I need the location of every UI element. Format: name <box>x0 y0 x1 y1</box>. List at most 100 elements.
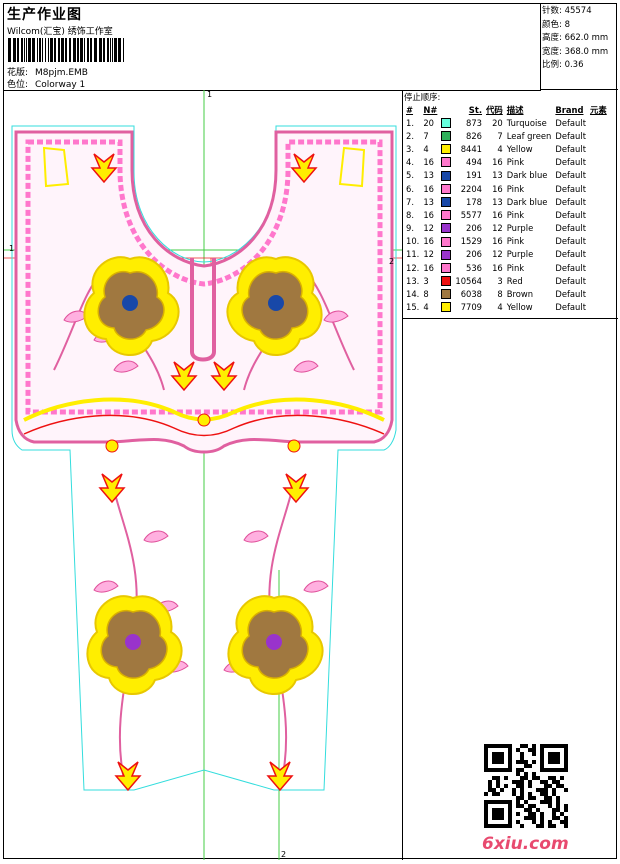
qr-code <box>484 744 568 828</box>
col-stitches: St. <box>468 104 483 115</box>
colorway-row: 色位: Colorway 1 <box>7 77 85 90</box>
row-swatch <box>439 169 453 182</box>
row-description: Dark blue <box>506 170 548 181</box>
row-brand: Default <box>555 183 586 194</box>
embroidery-preview: 1 1 2 2 <box>4 90 403 860</box>
row-index: 8. <box>406 209 414 220</box>
row-code: 4 <box>497 143 503 154</box>
color-row: 2. 7 826 7 Leaf green Default <box>404 129 609 142</box>
row-description: Yellow <box>506 143 533 154</box>
row-description: Red <box>506 275 523 286</box>
row-element <box>588 248 609 261</box>
color-swatch <box>441 131 452 142</box>
row-stitches: 6038 <box>460 289 483 300</box>
row-element <box>588 235 609 248</box>
row-needle: 16 <box>423 262 434 273</box>
color-swatch <box>441 249 452 260</box>
row-brand: Default <box>555 157 586 168</box>
row-brand: Default <box>555 236 586 247</box>
col-swatch <box>439 103 453 116</box>
color-swatch <box>441 276 452 287</box>
row-brand: Default <box>555 262 586 273</box>
row-code: 13 <box>492 196 503 207</box>
row-code: 12 <box>492 223 503 234</box>
col-code: 代码 <box>486 104 503 115</box>
row-swatch <box>439 274 453 287</box>
row-index: 5. <box>406 170 414 181</box>
row-brand: Default <box>555 130 586 141</box>
color-swatch <box>441 236 452 247</box>
header-panel: 生产作业图 Wilcom(汇宝) 绣饰工作室 花版: M8pjm.EMB 色位: C… <box>4 4 541 91</box>
color-row: 15. 4 7709 4 Yellow Default <box>404 301 609 314</box>
row-swatch <box>439 208 453 221</box>
row-description: Pink <box>506 209 525 220</box>
row-needle: 13 <box>423 196 434 207</box>
colorway-label: 色位: <box>7 80 29 90</box>
color-row: 10. 16 1529 16 Pink Default <box>404 235 609 248</box>
row-swatch <box>439 301 453 314</box>
row-code: 16 <box>492 209 503 220</box>
design-height: 高度: 662.0 mm <box>542 33 609 44</box>
color-row: 3. 4 8441 4 Yellow Default <box>404 142 609 155</box>
row-index: 1. <box>406 117 414 128</box>
row-element <box>588 287 609 300</box>
row-index: 2. <box>406 130 414 141</box>
color-swatch <box>441 196 452 207</box>
row-code: 16 <box>492 236 503 247</box>
row-brand: Default <box>555 196 586 207</box>
color-swatch <box>441 117 452 128</box>
row-needle: 4 <box>423 302 429 313</box>
col-brand: Brand <box>555 104 584 115</box>
row-code: 20 <box>492 117 503 128</box>
row-code: 7 <box>497 130 503 141</box>
row-description: Pink <box>506 236 525 247</box>
row-needle: 8 <box>423 289 429 300</box>
row-element <box>588 301 609 314</box>
color-row: 1. 20 873 20 Turquoise Default <box>404 116 609 129</box>
row-stitches: 10564 <box>455 275 483 286</box>
row-code: 8 <box>497 289 503 300</box>
row-swatch <box>439 142 453 155</box>
design-scale: 比例: 0.36 <box>542 60 584 71</box>
row-stitches: 1529 <box>460 236 483 247</box>
row-index: 10. <box>406 236 420 247</box>
row-code: 16 <box>492 157 503 168</box>
color-row: 13. 3 10564 3 Red Default <box>404 274 609 287</box>
company-name: Wilcom(汇宝) 绣饰工作室 <box>7 27 113 37</box>
row-description: Pink <box>506 157 525 168</box>
row-element <box>588 169 609 182</box>
row-element <box>588 142 609 155</box>
axis-marker-bottom: 2 <box>281 850 287 859</box>
row-element <box>588 208 609 221</box>
row-element <box>588 129 609 142</box>
color-swatch <box>441 302 452 313</box>
barcode <box>8 38 124 62</box>
row-element <box>588 274 609 287</box>
row-description: Purple <box>506 223 534 234</box>
col-index: # <box>406 104 414 115</box>
row-element <box>588 222 609 235</box>
row-brand: Default <box>555 249 586 260</box>
row-brand: Default <box>555 223 586 234</box>
row-needle: 12 <box>423 249 434 260</box>
row-brand: Default <box>555 117 586 128</box>
row-element <box>588 195 609 208</box>
stats-panel: 针数: 45574 颜色: 8 高度: 662.0 mm 宽度: 368.0 m… <box>540 4 618 90</box>
row-code: 3 <box>497 275 503 286</box>
color-row: 11. 12 206 12 Purple Default <box>404 248 609 261</box>
col-needle: N# <box>423 104 438 115</box>
row-element <box>588 116 609 129</box>
row-needle: 4 <box>423 143 429 154</box>
row-brand: Default <box>555 143 586 154</box>
row-needle: 16 <box>423 157 434 168</box>
row-stitches: 494 <box>466 157 483 168</box>
row-code: 13 <box>492 170 503 181</box>
row-needle: 3 <box>423 275 429 286</box>
watermark: 6xiu.com <box>482 834 569 854</box>
color-table-header: # N# St. 代码 描述 Brand 元素 <box>404 103 609 116</box>
row-brand: Default <box>555 170 586 181</box>
row-stitches: 191 <box>466 170 483 181</box>
row-swatch <box>439 222 453 235</box>
row-description: Purple <box>506 249 534 260</box>
legend-heading: 停止顺序: <box>404 92 441 102</box>
